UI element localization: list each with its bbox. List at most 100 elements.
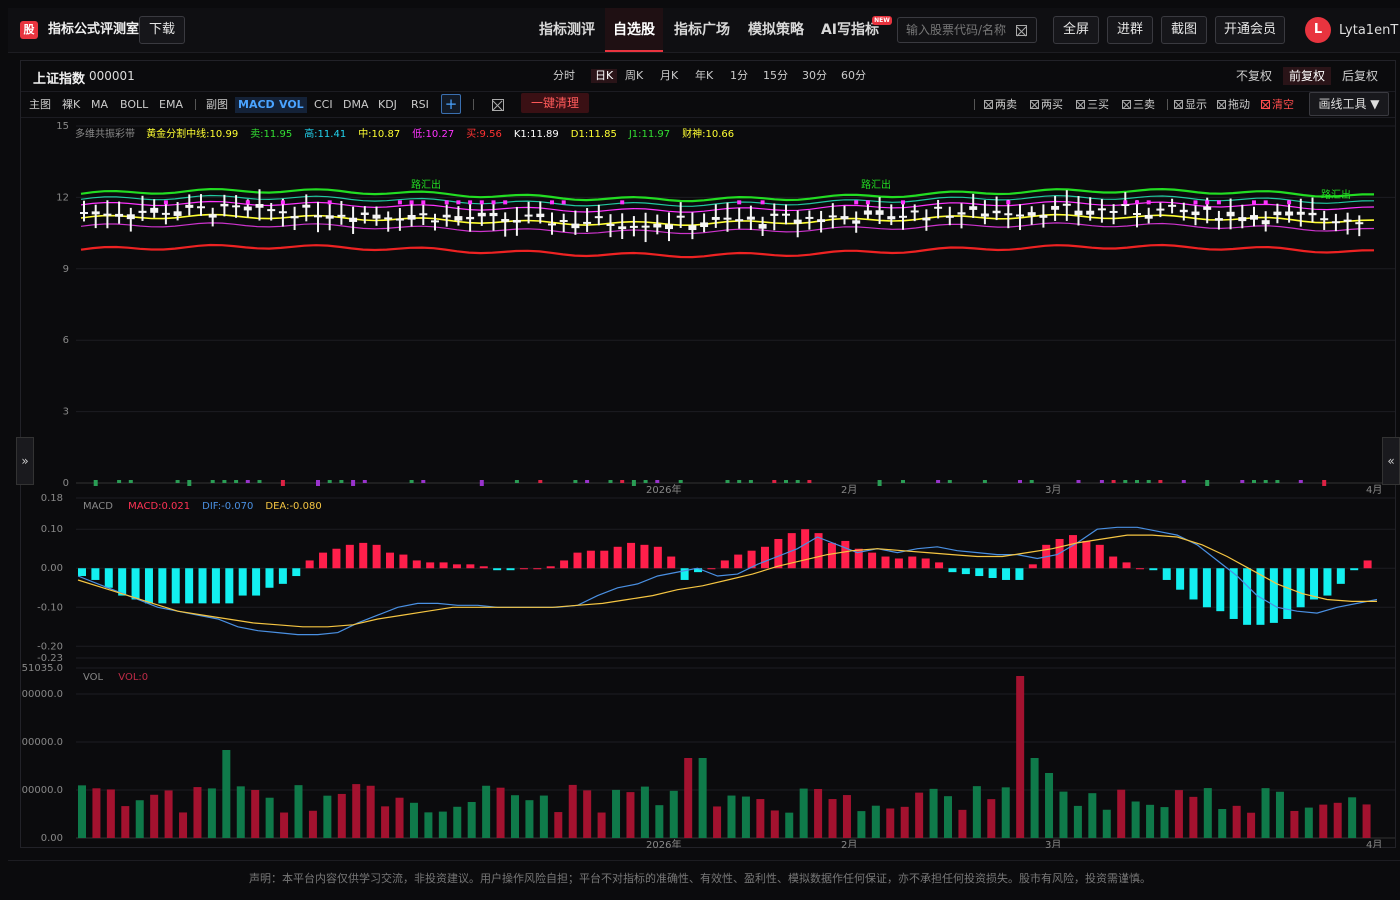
volume-bar — [265, 797, 274, 838]
candle-body — [1156, 208, 1165, 211]
tf-60min[interactable]: 60分 — [841, 69, 866, 83]
macd-bar — [1135, 568, 1144, 570]
sub-item-cci[interactable]: CCI — [314, 97, 333, 113]
volume-bar — [150, 794, 159, 838]
opt-clear-all[interactable]: 清空 — [1261, 97, 1294, 113]
main-mini-bar — [655, 480, 660, 483]
signal-marker — [901, 200, 905, 205]
opt-three-sell[interactable]: 三卖 — [1122, 97, 1155, 113]
candle-body — [442, 214, 451, 218]
volume-bar — [655, 805, 664, 838]
fullscreen-button[interactable]: 全屏 — [1053, 16, 1099, 44]
tf-1min[interactable]: 1分 — [730, 69, 748, 83]
main-mini-bar — [1158, 480, 1163, 483]
tf-yearly[interactable]: 年K — [695, 69, 713, 83]
join-group-button[interactable]: 进群 — [1107, 16, 1153, 44]
expand-left-tab[interactable]: » — [16, 437, 34, 485]
sub-item-macd[interactable]: MACD — [235, 97, 278, 113]
sub-item-kdj[interactable]: KDJ — [378, 97, 397, 113]
nav-watchlist[interactable]: 自选股 — [605, 8, 663, 52]
tf-30min[interactable]: 30分 — [802, 69, 827, 83]
sub-item-rsi[interactable]: RSI — [411, 97, 429, 113]
main-item-ma[interactable]: MA — [91, 97, 108, 113]
sub-item-vol[interactable]: VOL — [276, 97, 307, 113]
macd-legend-items: MACD:0.021 DIF:-0.070 DEA:-0.080 — [128, 501, 334, 512]
chart-canvas[interactable]: 151296302026年 2月 3月 4月路汇出 路汇出路汇出0.180.100.00… — [21, 118, 1395, 848]
nav-indicator-review[interactable]: 指标测评 — [534, 8, 600, 52]
macd-bar — [908, 556, 917, 569]
checkbox-icon[interactable] — [1030, 100, 1039, 109]
stock-search[interactable] — [897, 17, 1037, 43]
tf-monthly[interactable]: 月K — [660, 69, 678, 83]
opt-label: 清空 — [1272, 98, 1294, 111]
macd-legend-name: MACD — [83, 501, 113, 512]
checkbox-icon[interactable] — [984, 100, 993, 109]
username[interactable]: Lyta1enT — [1339, 22, 1398, 40]
candle-body — [758, 224, 767, 229]
nav-indicator-plaza[interactable]: 指标广场 — [670, 8, 734, 52]
sub-item-dma[interactable]: DMA — [343, 97, 369, 113]
checkbox-icon[interactable] — [1122, 100, 1131, 109]
opt-show[interactable]: 显示 — [1174, 97, 1207, 113]
opt-two-buy[interactable]: 两买 — [1030, 97, 1063, 113]
tf-daily[interactable]: 日K — [591, 69, 618, 83]
download-button[interactable]: 下载 — [139, 16, 185, 44]
macd-bar — [841, 540, 850, 569]
adj-backward[interactable]: 后复权 — [1336, 67, 1384, 85]
main-mini-bar — [631, 480, 636, 486]
candle-body — [899, 215, 907, 218]
macd-bar — [653, 546, 662, 569]
main-mini-bar — [1135, 480, 1139, 483]
adj-forward[interactable]: 前复权 — [1283, 67, 1332, 85]
add-indicator-button[interactable]: + — [441, 94, 461, 114]
macd-bar — [774, 538, 783, 569]
volume-bar — [164, 790, 173, 838]
candle-body — [185, 204, 194, 208]
main-mini-bar — [737, 480, 742, 483]
macd-bar — [801, 529, 810, 569]
volume-bar — [193, 787, 202, 838]
clear-search-icon[interactable] — [1016, 25, 1027, 36]
membership-button[interactable]: 开通会员 — [1215, 16, 1285, 44]
one-click-clear-button[interactable]: 一键清理 — [521, 93, 589, 113]
avatar[interactable]: L — [1305, 17, 1331, 43]
checkbox-icon[interactable] — [1174, 100, 1183, 109]
candle-body — [314, 215, 322, 218]
candle-body — [723, 217, 732, 220]
checkbox-icon[interactable] — [1261, 100, 1270, 109]
volume-bar — [1319, 804, 1328, 838]
candle-body — [91, 211, 100, 215]
search-input[interactable] — [906, 22, 1010, 38]
checkbox-icon[interactable] — [1076, 100, 1085, 109]
draw-tool-button[interactable]: 画线工具 ▼ — [1309, 92, 1389, 116]
candle-body — [1016, 214, 1024, 217]
expand-right-tab[interactable]: « — [1382, 437, 1400, 485]
volume-bar — [626, 792, 635, 838]
volume-bar — [424, 812, 433, 838]
main-chart-label: 主图 — [29, 98, 51, 111]
opt-three-buy[interactable]: 三买 — [1076, 97, 1109, 113]
main-legend-item: 卖:11.95 — [250, 129, 293, 140]
candle-body — [360, 212, 369, 215]
tf-weekly[interactable]: 周K — [625, 69, 643, 83]
macd-bar — [1028, 564, 1037, 569]
main-mini-bar — [947, 480, 952, 483]
tf-intraday[interactable]: 分时 — [553, 69, 575, 83]
main-item-bare-k[interactable]: 裸K — [62, 97, 80, 113]
nav-ai-indicator[interactable]: AI写指标 — [818, 8, 882, 52]
main-mini-bar — [117, 480, 122, 483]
main-legend-item: 黄金分割中线:10.99 — [146, 129, 239, 140]
volume-bar — [395, 797, 404, 838]
main-item-boll[interactable]: BOLL — [120, 97, 148, 113]
tf-15min[interactable]: 15分 — [763, 69, 788, 83]
adj-none[interactable]: 不复权 — [1230, 67, 1278, 85]
main-item-ema[interactable]: EMA — [159, 97, 183, 113]
macd-bar — [225, 568, 234, 604]
nav-sim-strategy[interactable]: 模拟策略 — [744, 8, 808, 52]
opt-drag[interactable]: 拖动 — [1217, 97, 1250, 113]
macd-bar — [412, 560, 421, 569]
checkbox-icon[interactable] — [1217, 100, 1226, 109]
screenshot-button[interactable]: 截图 — [1161, 16, 1207, 44]
close-indicators-icon[interactable] — [492, 99, 504, 111]
opt-two-sell[interactable]: 两卖 — [984, 97, 1017, 113]
